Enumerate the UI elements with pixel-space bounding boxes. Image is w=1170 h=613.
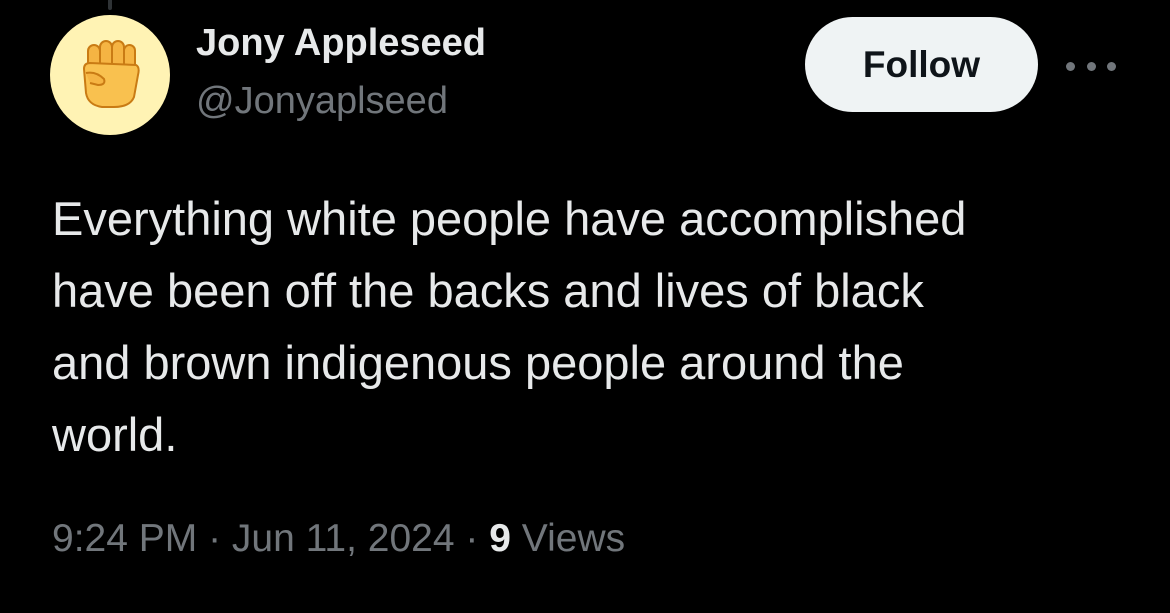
meta-separator: · (197, 517, 232, 560)
more-horizontal-icon (1066, 61, 1075, 71)
meta-separator: · (454, 517, 490, 560)
tweet-text: Everything white people have accomplishe… (52, 183, 1112, 471)
tweet-time[interactable]: 9:24 PM (52, 517, 197, 560)
more-options-button[interactable] (1066, 54, 1116, 78)
tweet-text-line: have been off the backs and lives of bla… (52, 264, 924, 317)
tweet-metadata: 9:24 PM · Jun 11, 2024 · 9 Views (52, 517, 625, 561)
tweet-text-line: Everything white people have accomplishe… (52, 192, 967, 245)
tweet-date[interactable]: Jun 11, 2024 (232, 517, 455, 560)
avatar[interactable] (50, 15, 170, 135)
views-count: 9 (489, 517, 511, 560)
author-display-name[interactable]: Jony Appleseed (196, 22, 486, 65)
tweet-text-line: world. (52, 408, 178, 461)
more-horizontal-icon-dot (1086, 61, 1096, 71)
raised-fist-emoji-icon (82, 40, 140, 108)
follow-button[interactable]: Follow (805, 17, 1038, 112)
author-handle[interactable]: @Jonyaplseed (196, 80, 448, 123)
views-label: Views (521, 517, 626, 560)
tweet-text-line: and brown indigenous people around the (52, 336, 904, 389)
thread-connector-line (108, 0, 112, 10)
more-horizontal-icon-dot (1107, 61, 1116, 71)
